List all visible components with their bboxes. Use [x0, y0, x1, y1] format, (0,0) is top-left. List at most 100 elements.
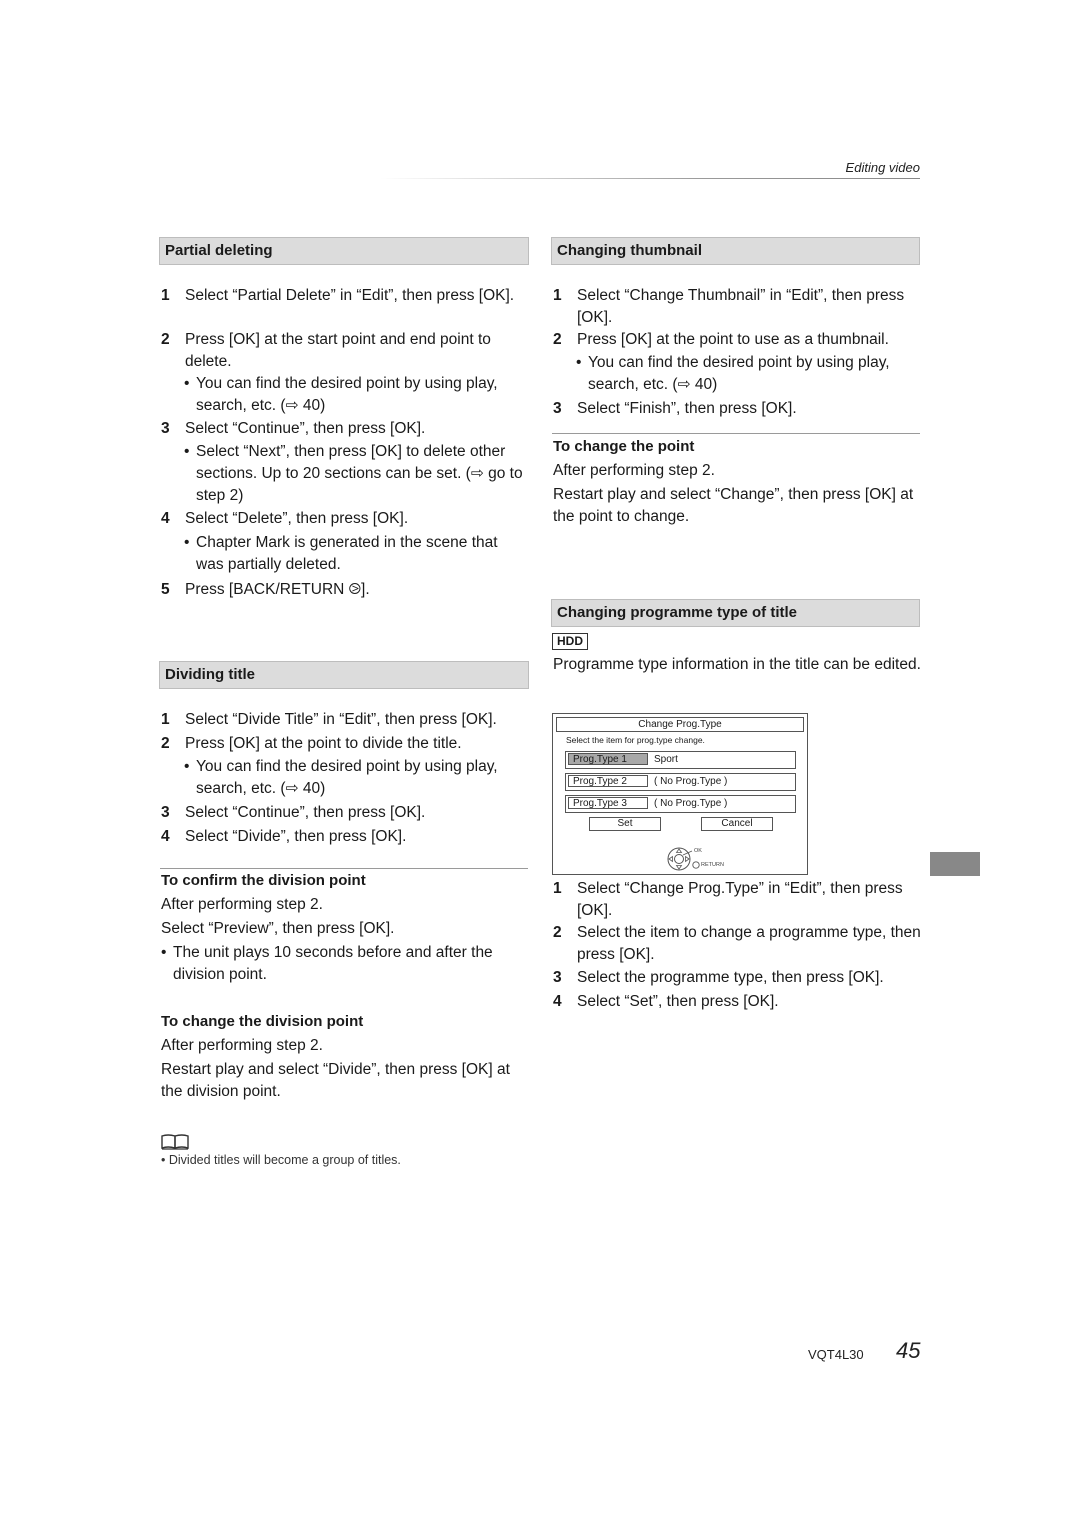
subsection-divider: [552, 433, 920, 434]
osd-row-value: Sport: [654, 754, 678, 765]
step-text: Select “Divide Title” in “Edit”, then pr…: [185, 711, 497, 728]
step-number: 1: [553, 880, 562, 897]
step-text: Press [OK] at the start point and end po…: [185, 331, 491, 370]
osd-ok-label: OK: [694, 848, 702, 854]
step-text: Select “Change Prog.Type” in “Edit”, the…: [577, 880, 903, 919]
bullet-dot: •: [161, 944, 167, 961]
osd-prog-type-row[interactable]: Prog.Type 3 ( No Prog.Type ): [565, 795, 796, 813]
bullet-item: • Chapter Mark is generated in the scene…: [184, 532, 529, 576]
bullet-dot: •: [161, 1153, 169, 1167]
step-text: Press [BACK/RETURN ⧁].: [185, 581, 370, 598]
step-text: Select “Divide”, then press [OK].: [185, 828, 407, 845]
osd-row-value: ( No Prog.Type ): [654, 776, 728, 787]
step-item: 1 Select “Change Prog.Type” in “Edit”, t…: [553, 878, 913, 922]
step-item: 3 Select “Finish”, then press [OK].: [553, 398, 918, 420]
bullet-text: Chapter Mark is generated in the scene t…: [196, 534, 498, 573]
osd-return-label: RETURN: [701, 862, 724, 868]
step-text: Select “Finish”, then press [OK].: [577, 400, 797, 417]
osd-prog-type-row[interactable]: Prog.Type 1 Sport: [565, 751, 796, 769]
osd-instruction: Select the item for prog.type change.: [566, 735, 705, 745]
step-item: 4 Select “Delete”, then press [OK].: [161, 508, 526, 530]
step-number: 1: [161, 711, 170, 728]
bullet-text: The unit plays 10 seconds before and aft…: [173, 944, 493, 983]
osd-row-label: Prog.Type 1: [568, 753, 648, 765]
step-number: 3: [161, 420, 170, 437]
step-number: 5: [161, 581, 170, 598]
note-text: Divided titles will become a group of ti…: [168, 1153, 401, 1167]
page-number: 45: [896, 1338, 921, 1363]
osd-row-value: ( No Prog.Type ): [654, 798, 728, 809]
osd-set-button[interactable]: Set: [589, 817, 661, 831]
bullet-text: You can find the desired point by using …: [196, 375, 498, 414]
subheading-change-point: To change the point: [553, 438, 695, 455]
paragraph: Select “Preview”, then press [OK].: [161, 920, 395, 937]
section-title-changing-prog-type: Changing programme type of title: [551, 599, 920, 627]
bullet-item: • You can find the desired point by usin…: [576, 352, 921, 396]
bullet-dot: •: [184, 443, 190, 460]
section-title-dividing-title: Dividing title: [159, 661, 529, 689]
step-number: 4: [161, 828, 170, 845]
step-text: Press [OK] at the point to divide the ti…: [185, 735, 462, 752]
step-number: 1: [553, 287, 562, 304]
bullet-text: You can find the desired point by using …: [196, 758, 498, 797]
step-item: 3 Select “Continue”, then press [OK].: [161, 802, 531, 824]
paragraph: Restart play and select “Divide”, then p…: [161, 1061, 510, 1100]
subheading-confirm-division: To confirm the division point: [161, 872, 366, 889]
step-item: 3 Select “Continue”, then press [OK].: [161, 418, 526, 440]
paragraph: After performing step 2.: [161, 896, 323, 913]
step-number: 3: [161, 804, 170, 821]
step-number: 2: [161, 735, 170, 752]
step-item: 4 Select “Set”, then press [OK].: [553, 991, 923, 1013]
step-text: Select “Continue”, then press [OK].: [185, 420, 426, 437]
osd-change-prog-type-screen: Change Prog.Type Select the item for pro…: [552, 713, 808, 875]
step-item: 1 Select “Change Thumbnail” in “Edit”, t…: [553, 285, 918, 329]
hdd-badge: HDD: [552, 633, 588, 650]
step-number: 3: [553, 400, 562, 417]
osd-prog-type-row[interactable]: Prog.Type 2 ( No Prog.Type ): [565, 773, 796, 791]
step-number: 2: [553, 331, 562, 348]
step-item: 1 Select “Divide Title” in “Edit”, then …: [161, 709, 531, 731]
header-divider: [380, 178, 920, 179]
step-number: 1: [161, 287, 170, 304]
subheading-change-division: To change the division point: [161, 1013, 364, 1030]
bullet-dot: •: [576, 354, 582, 371]
paragraph: Restart play and select “Change”, then p…: [553, 486, 914, 525]
step-item: 1 Select “Partial Delete” in “Edit”, the…: [161, 285, 526, 307]
bullet-item: • Select “Next”, then press [OK] to dele…: [184, 441, 529, 507]
step-item: 2 Press [OK] at the point to divide the …: [161, 733, 531, 755]
model-code: VQT4L30: [808, 1347, 864, 1362]
step-item: 3 Select the programme type, then press …: [553, 967, 923, 989]
step-item: 4 Select “Divide”, then press [OK].: [161, 826, 531, 848]
bullet-item: • You can find the desired point by usin…: [184, 373, 529, 417]
paragraph: After performing step 2.: [161, 1037, 323, 1054]
step-text: Press [OK] at the point to use as a thum…: [577, 331, 889, 348]
paragraph: After performing step 2.: [553, 462, 715, 479]
bullet-item: • You can find the desired point by usin…: [184, 756, 529, 800]
section-title-partial-deleting: Partial deleting: [159, 237, 529, 265]
bullet-item: • The unit plays 10 seconds before and a…: [161, 942, 526, 986]
step-text: Select “Change Thumbnail” in “Edit”, the…: [577, 287, 905, 326]
step-number: 4: [161, 510, 170, 527]
bullet-dot: •: [184, 758, 190, 775]
paragraph: Programme type information in the title …: [553, 656, 921, 673]
step-number: 3: [553, 969, 562, 986]
section-title-changing-thumbnail: Changing thumbnail: [551, 237, 920, 265]
step-text: Select “Set”, then press [OK].: [577, 993, 779, 1010]
bullet-text: You can find the desired point by using …: [588, 354, 890, 393]
step-number: 4: [553, 993, 562, 1010]
bullet-dot: •: [184, 534, 190, 551]
step-number: 2: [553, 924, 562, 941]
step-number: 2: [161, 331, 170, 348]
step-item: 2 Select the item to change a programme …: [553, 922, 923, 966]
bullet-text: Select “Next”, then press [OK] to delete…: [196, 443, 523, 504]
step-item: 2 Press [OK] at the start point and end …: [161, 329, 526, 373]
osd-cancel-button[interactable]: Cancel: [701, 817, 773, 831]
step-text: Select “Delete”, then press [OK].: [185, 510, 409, 527]
osd-row-label: Prog.Type 3: [568, 797, 648, 809]
step-text: Select “Continue”, then press [OK].: [185, 804, 426, 821]
step-item: 2 Press [OK] at the point to use as a th…: [553, 329, 923, 351]
book-icon: [161, 1134, 189, 1150]
bullet-dot: •: [184, 375, 190, 392]
chapter-thumb-tab: [930, 852, 980, 876]
osd-title: Change Prog.Type: [556, 717, 804, 732]
